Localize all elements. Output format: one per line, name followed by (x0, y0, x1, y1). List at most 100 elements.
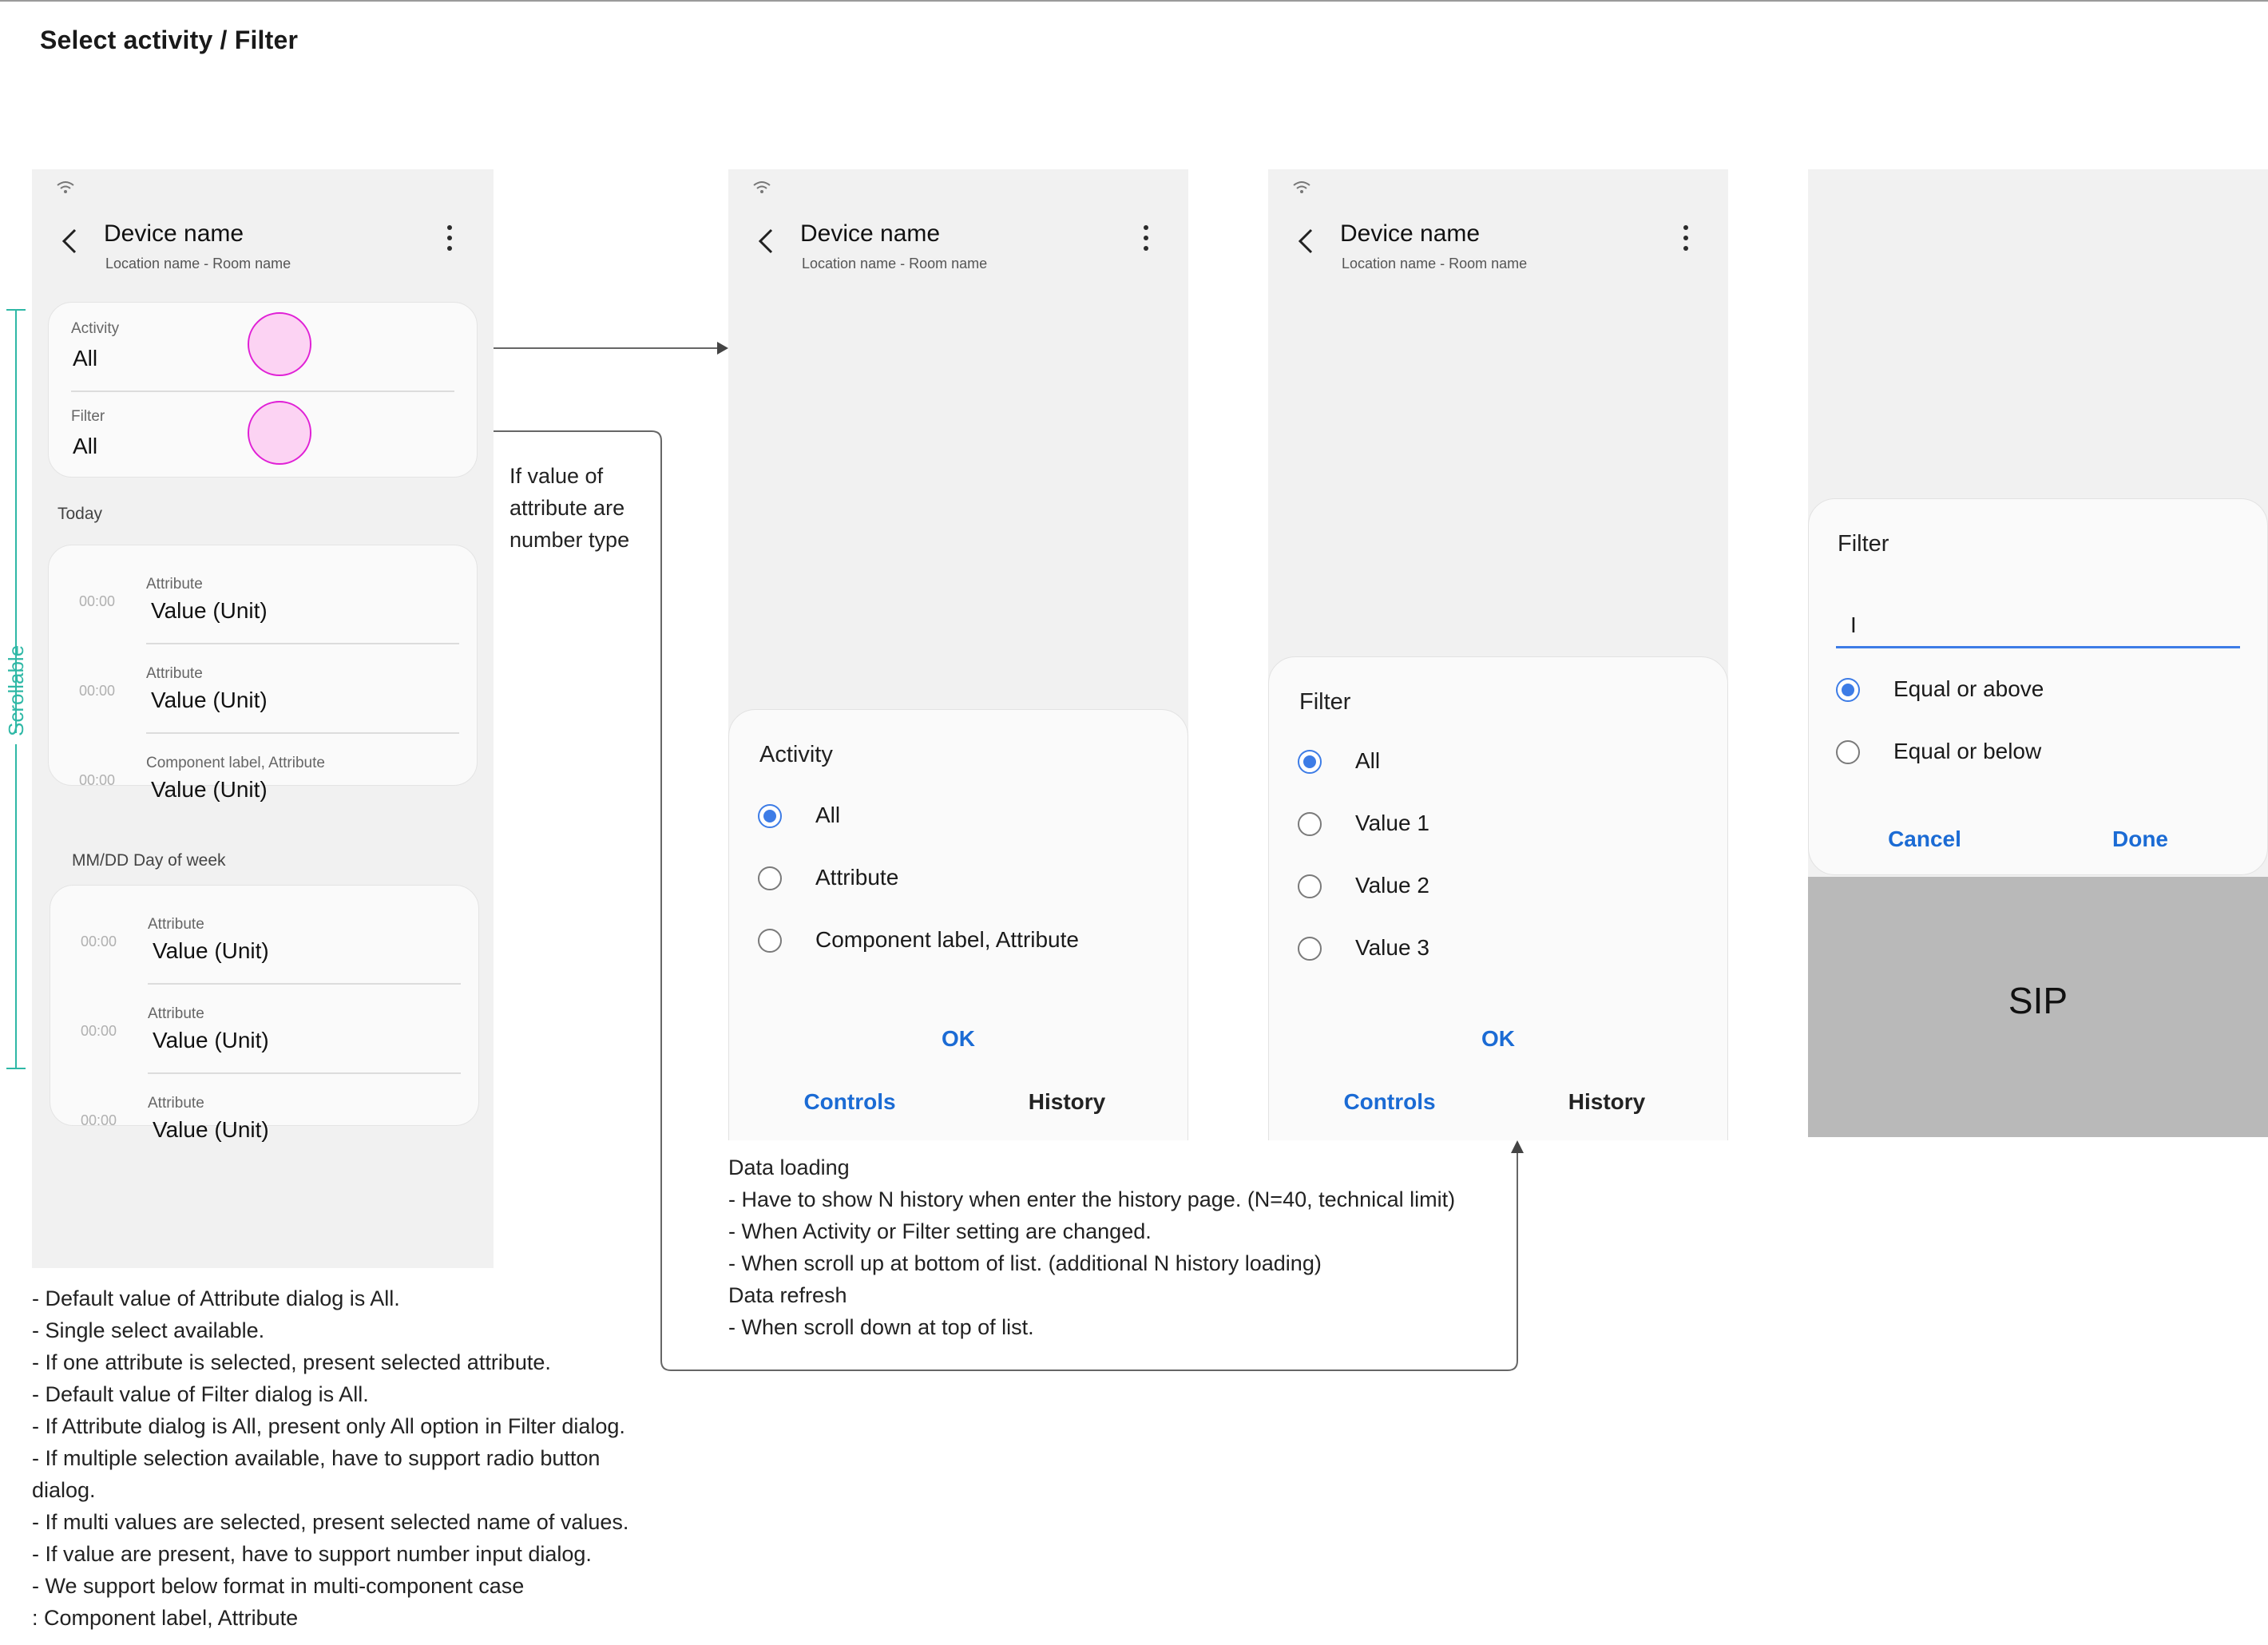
note-line: Data loading (728, 1155, 850, 1179)
item-time: 00:00 (79, 772, 116, 788)
radio-button[interactable] (758, 804, 782, 828)
wifi-icon (57, 181, 74, 193)
tab-controls[interactable]: Controls (728, 1089, 971, 1115)
back-icon[interactable] (755, 227, 776, 256)
wifi-icon (1293, 181, 1310, 193)
item-time: 00:00 (79, 593, 116, 609)
option-label: Value 2 (1355, 873, 1429, 898)
option-label: Value 3 (1355, 935, 1429, 960)
tab-history[interactable]: History (1485, 1089, 1728, 1115)
more-options-icon[interactable] (446, 225, 453, 251)
radio-button[interactable] (1298, 874, 1322, 898)
value-input[interactable]: I (1836, 603, 2240, 648)
activity-dialog: Activity All Attribute Component label, … (728, 709, 1188, 1140)
sip-label: SIP (2008, 980, 2068, 1021)
item-label: Component label, Attribute (146, 755, 325, 771)
activity-dialog-screen: Device name Location name - Room name Ac… (728, 169, 1188, 1140)
done-button[interactable]: Done (2040, 826, 2240, 852)
ok-button[interactable]: OK (729, 1026, 1188, 1052)
radio-button[interactable] (1836, 740, 1860, 764)
filter-label: Filter (71, 408, 105, 425)
radio-option-equal-or-below[interactable]: Equal or below (1836, 734, 2235, 772)
item-time: 00:00 (81, 933, 117, 949)
radio-option-all[interactable]: All (1298, 743, 1697, 782)
radio-button[interactable] (758, 866, 782, 890)
radio-button[interactable] (1298, 937, 1322, 961)
radio-option-attribute[interactable]: Attribute (758, 860, 1157, 898)
note-line: - Default value of Attribute dialog is A… (32, 1286, 400, 1310)
list-item: 00:00 Attribute Value (Unit) (49, 545, 477, 625)
data-loading-notes: Data loading - Have to show N history wh… (728, 1152, 1455, 1343)
dialog-title: Filter (1838, 531, 1889, 557)
radio-button[interactable] (1298, 812, 1322, 836)
option-label: All (1355, 748, 1381, 773)
item-value: Value (Unit) (153, 938, 269, 963)
dialog-title: Activity (759, 742, 833, 767)
activity-value: All (73, 346, 98, 371)
item-time: 00:00 (81, 1023, 117, 1039)
item-time: 00:00 (79, 683, 116, 699)
soft-keyboard-placeholder[interactable]: SIP (1808, 877, 2268, 1137)
radio-option-value-1[interactable]: Value 1 (1298, 806, 1697, 844)
device-location: Location name - Room name (1342, 256, 1528, 272)
device-location: Location name - Room name (802, 256, 988, 272)
note-line: - Default value of Filter dialog is All. (32, 1382, 369, 1406)
radio-button[interactable] (1836, 678, 1860, 702)
radio-option-equal-or-above[interactable]: Equal or above (1836, 672, 2235, 710)
radio-option-value-2[interactable]: Value 2 (1298, 868, 1697, 906)
today-card: 00:00 Attribute Value (Unit) 00:00 Attri… (48, 545, 478, 802)
dialog-behavior-notes: - Default value of Attribute dialog is A… (32, 1282, 628, 1634)
list-item: 00:00 Attribute Value (Unit) (50, 886, 478, 965)
item-label: Attribute (148, 1005, 204, 1022)
back-icon[interactable] (59, 227, 80, 256)
note-line: - If multi values are selected, present … (32, 1510, 629, 1534)
list-item: 00:00 Component label, Attribute Value (… (49, 724, 477, 802)
note-line: : Component label, Attribute (32, 1606, 299, 1630)
ok-button[interactable]: OK (1269, 1026, 1727, 1052)
radio-button[interactable] (1298, 750, 1322, 774)
filter-dialog: Filter All Value 1 Value 2 Value 3 OK (1268, 656, 1728, 1140)
more-options-icon[interactable] (1143, 225, 1149, 251)
item-label: Attribute (148, 1095, 204, 1112)
note-line: - If Attribute dialog is All, present on… (32, 1414, 625, 1438)
radio-option-all[interactable]: All (758, 798, 1157, 836)
item-value: Value (Unit) (151, 598, 268, 623)
option-label: Equal or above (1893, 676, 2044, 701)
cancel-button[interactable]: Cancel (1825, 826, 2024, 852)
activity-label: Activity (71, 320, 120, 337)
radio-option-component-attribute[interactable]: Component label, Attribute (758, 922, 1157, 961)
activity-tap-marker (248, 312, 311, 376)
annotation-line: attribute are (510, 496, 625, 520)
item-time: 00:00 (81, 1112, 117, 1128)
note-line: - When scroll down at top of list. (728, 1315, 1034, 1339)
item-value: Value (Unit) (153, 1117, 269, 1142)
filter-value: All (73, 434, 98, 458)
note-line: dialog. (32, 1478, 96, 1502)
number-filter-dialog: Filter I Equal or above Equal or below C… (1808, 498, 2268, 875)
filter-dialog-screen: Device name Location name - Room name Fi… (1268, 169, 1728, 1140)
device-name: Device name (104, 220, 244, 247)
list-item: 00:00 Attribute Value (Unit) (50, 975, 478, 1055)
tab-controls[interactable]: Controls (1268, 1089, 1511, 1115)
more-options-icon[interactable] (1683, 225, 1689, 251)
item-label: Attribute (146, 576, 203, 593)
filter-tap-marker (248, 401, 311, 465)
list-item: 00:00 Attribute Value (Unit) (49, 635, 477, 715)
item-label: Attribute (148, 916, 204, 933)
radio-button[interactable] (758, 929, 782, 953)
wifi-icon (753, 181, 771, 193)
device-location: Location name - Room name (105, 256, 291, 272)
scrollable-label: Scrollable (4, 644, 28, 736)
device-name: Device name (800, 220, 941, 247)
note-line: - Have to show N history when enter the … (728, 1187, 1456, 1211)
note-line: - We support below format in multi-compo… (32, 1574, 525, 1598)
note-line: - If one attribute is selected, present … (32, 1350, 551, 1374)
radio-option-value-3[interactable]: Value 3 (1298, 930, 1697, 969)
back-icon[interactable] (1295, 227, 1316, 256)
tab-history[interactable]: History (946, 1089, 1188, 1115)
dialog-title: Filter (1299, 689, 1351, 715)
option-label: Equal or below (1893, 739, 2042, 763)
item-label: Attribute (146, 665, 203, 682)
option-label: Attribute (815, 865, 899, 890)
number-type-annotation: If value of attribute are number type (510, 460, 629, 556)
